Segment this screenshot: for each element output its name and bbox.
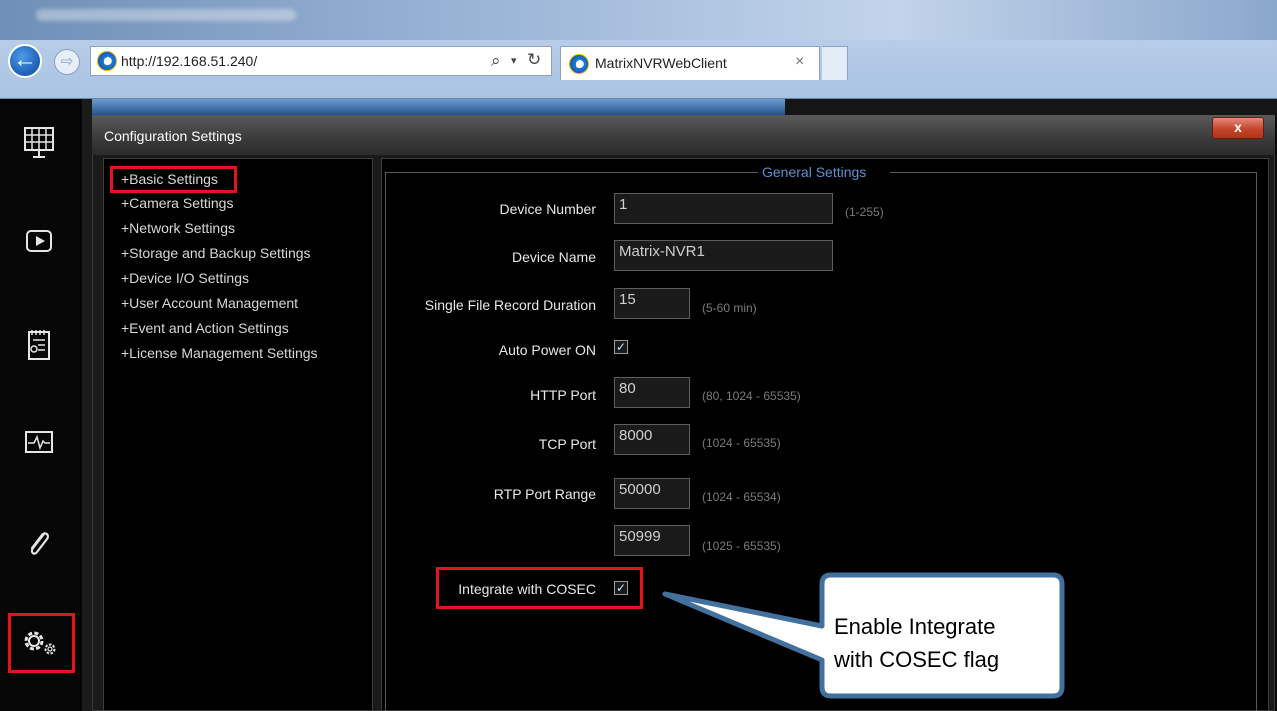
tab-close-icon[interactable]: × <box>795 53 804 71</box>
device-name-label: Device Name <box>511 249 596 265</box>
record-duration-hint: (5-60 min) <box>702 301 757 315</box>
record-duration-input[interactable]: 15 <box>614 288 690 319</box>
group-border-left <box>385 172 386 711</box>
tree-item-event-action-settings[interactable]: +Event and Action Settings <box>121 320 289 336</box>
dialog-title-bar[interactable] <box>92 115 1275 155</box>
device-number-hint: (1-255) <box>845 205 884 219</box>
callout-line-2: with COSEC flag <box>834 647 1000 672</box>
play-icon[interactable] <box>14 218 64 264</box>
http-port-input[interactable]: 80 <box>614 377 690 408</box>
tree-item-network-settings[interactable]: +Network Settings <box>121 220 235 236</box>
refresh-icon[interactable]: ↻ <box>527 50 541 70</box>
rtp-port-end-input[interactable]: 50999 <box>614 525 690 556</box>
rtp-port-end-hint: (1025 - 65535) <box>702 539 781 553</box>
back-button[interactable]: ← <box>8 44 42 78</box>
device-name-input[interactable]: Matrix-NVR1 <box>614 240 833 271</box>
close-button[interactable]: x <box>1212 117 1264 139</box>
tree-item-camera-settings[interactable]: +Camera Settings <box>121 195 233 211</box>
window-title-blurred <box>36 9 296 21</box>
search-icon[interactable]: ⌕ <box>491 51 501 71</box>
basic-settings-highlight-box <box>110 166 237 193</box>
tab-matrix-nvr-web-client[interactable]: e MatrixNVRWebClient × <box>560 46 820 80</box>
address-bar[interactable]: e http://192.168.51.240/ ⌕ ▾ ↻ <box>90 46 552 76</box>
auto-power-on-checkbox[interactable]: ✓ <box>614 340 628 354</box>
group-border-top-right <box>890 172 1257 173</box>
tcp-port-input[interactable]: 8000 <box>614 424 690 455</box>
tab-title: MatrixNVRWebClient <box>595 55 727 71</box>
settings-highlight-box <box>8 613 75 673</box>
rtp-port-start-hint: (1024 - 65534) <box>702 490 781 504</box>
tcp-port-label: TCP Port <box>538 436 596 452</box>
grid-monitor-icon[interactable] <box>14 120 64 166</box>
group-title: General Settings <box>762 164 867 180</box>
rtp-port-start-input[interactable]: 50000 <box>614 478 690 509</box>
group-border-right <box>1256 172 1257 711</box>
top-dark-bar <box>785 99 1277 115</box>
ie-icon: e <box>97 51 117 71</box>
pulse-icon[interactable] <box>14 420 64 466</box>
forward-button[interactable]: ⇨ <box>54 49 80 75</box>
record-duration-label: Single File Record Duration <box>424 297 596 313</box>
tcp-port-hint: (1024 - 65535) <box>702 436 781 450</box>
callout-text: Enable Integrate with COSEC flag <box>834 610 999 676</box>
device-number-label: Device Number <box>499 201 596 217</box>
auto-power-on-label: Auto Power ON <box>498 342 596 358</box>
rail-separator <box>82 99 92 711</box>
tree-item-user-account-management[interactable]: +User Account Management <box>121 295 298 311</box>
tab-ie-icon: e <box>569 54 589 74</box>
group-border-top-left <box>385 172 758 173</box>
callout-line-1: Enable Integrate <box>834 614 996 639</box>
cosec-highlight-box <box>436 567 643 609</box>
settings-tree-panel <box>103 158 373 711</box>
log-icon[interactable] <box>14 322 64 368</box>
top-accent-bar <box>92 99 785 115</box>
paperclip-icon[interactable] <box>14 520 64 566</box>
tree-item-device-io-settings[interactable]: +Device I/O Settings <box>121 270 249 286</box>
rtp-port-range-label: RTP Port Range <box>493 486 596 502</box>
new-tab-button[interactable] <box>822 46 848 80</box>
http-port-hint: (80, 1024 - 65535) <box>702 389 801 403</box>
tree-item-license-management-settings[interactable]: +License Management Settings <box>121 345 318 361</box>
chevron-down-icon[interactable]: ▾ <box>511 54 517 67</box>
device-number-input[interactable]: 1 <box>614 193 833 224</box>
tree-item-storage-backup-settings[interactable]: +Storage and Backup Settings <box>121 245 311 261</box>
http-port-label: HTTP Port <box>530 387 596 403</box>
url-text[interactable]: http://192.168.51.240/ <box>121 53 257 69</box>
dialog-title: Configuration Settings <box>104 128 242 144</box>
